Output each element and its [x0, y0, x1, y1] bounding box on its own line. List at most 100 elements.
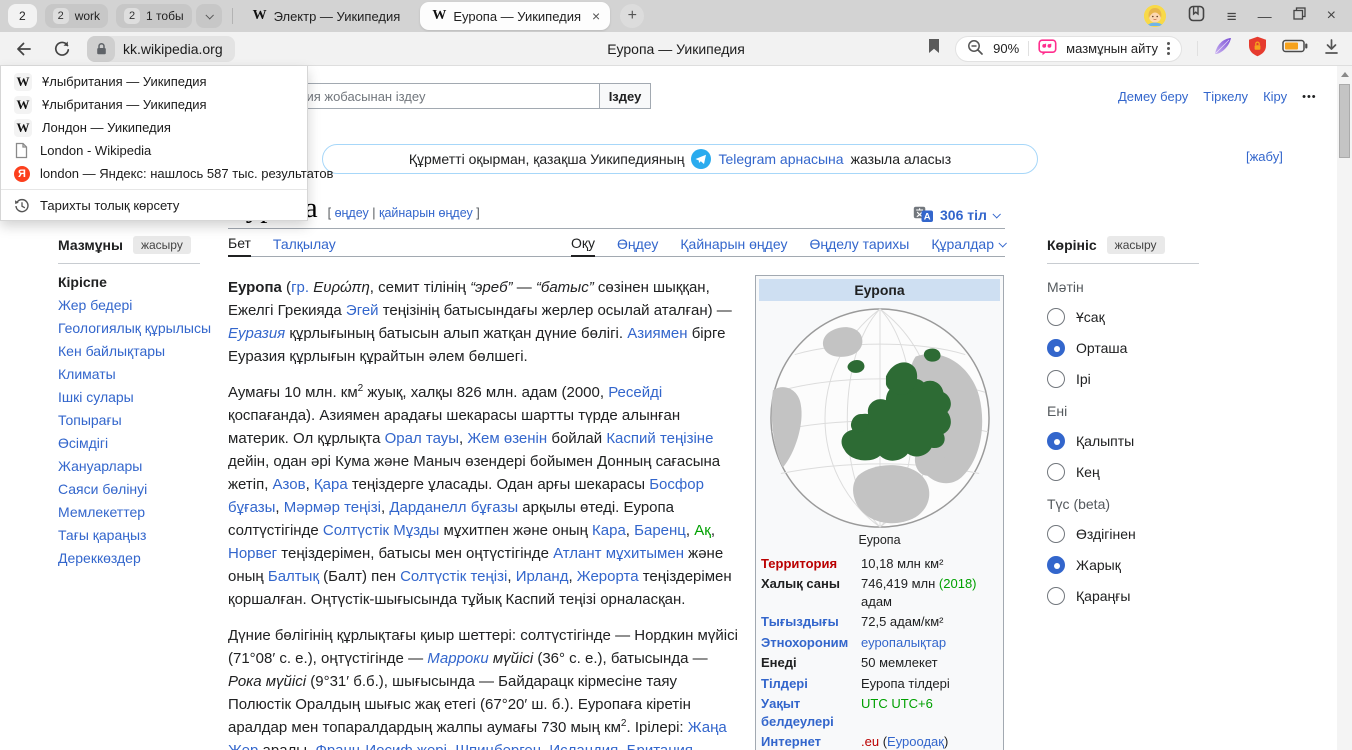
radio-option-width-standard[interactable]: Қалыпты	[1047, 432, 1199, 450]
tab-edit[interactable]: Өңдеу	[617, 236, 658, 256]
tab-title: Еуропа — Уикипедия	[453, 9, 581, 24]
radio-option-text-medium[interactable]: Орташа	[1047, 339, 1199, 357]
radio-option-text-large[interactable]: Ірі	[1047, 370, 1199, 388]
page-scrollbar[interactable]	[1337, 66, 1352, 750]
row-label[interactable]: Этнохороним	[761, 634, 861, 652]
window-minimize-icon[interactable]: —	[1258, 9, 1272, 23]
battery-icon[interactable]	[1282, 39, 1308, 58]
tab-article[interactable]: Бет	[228, 235, 251, 257]
tab-group-collapsed[interactable]: 2	[8, 4, 37, 28]
radio-option-width-wide[interactable]: Кең	[1047, 463, 1199, 481]
radio-option-color-dark[interactable]: Қараңғы	[1047, 587, 1199, 605]
read-aloud-label[interactable]: мазмұнын айту	[1066, 41, 1158, 56]
tab-group-work[interactable]: 2 work	[45, 4, 108, 28]
row-label[interactable]: Тілдері	[761, 675, 861, 693]
radio-icon[interactable]	[1047, 587, 1065, 605]
radio-icon[interactable]	[1047, 463, 1065, 481]
zoom-out-icon[interactable]	[967, 39, 984, 59]
tab-group-1-toby[interactable]: 2 1 тобы	[116, 4, 192, 28]
suggestion-item[interactable]: London - Wikipedia	[1, 139, 307, 162]
toc-item[interactable]: Ішкі сулары	[58, 389, 200, 405]
browser-menu-icon[interactable]: ≡	[1227, 8, 1237, 25]
row-label[interactable]: Уақыт белдеулері	[761, 695, 861, 730]
tab-talk[interactable]: Талқылау	[273, 236, 336, 256]
toc-item[interactable]: Геологиялық құрылысы	[58, 320, 200, 336]
infobox-title: Еуропа	[759, 279, 1000, 301]
toc-item[interactable]: Өсімдігі	[58, 435, 200, 451]
tab-groups-expand-button[interactable]	[196, 4, 222, 28]
svg-text:A: A	[924, 212, 931, 223]
suggestion-item[interactable]: W Лондон — Уикипедия	[1, 116, 307, 139]
tab-tools[interactable]: Құралдар	[931, 236, 1005, 256]
toc-item[interactable]: Мемлекеттер	[58, 504, 200, 520]
banner-close-link[interactable]: [жабу]	[1246, 149, 1283, 164]
radio-option-color-light[interactable]: Жарық	[1047, 556, 1199, 574]
register-link[interactable]: Тіркелу	[1203, 89, 1248, 104]
read-aloud-icon[interactable]	[1038, 39, 1057, 59]
tab-europe-wikipedia-active[interactable]: W Еуропа — Уикипедия ×	[420, 2, 610, 30]
tab-read[interactable]: Оқу	[571, 235, 595, 257]
toc-hide-button[interactable]: жасыру	[133, 236, 191, 254]
row-value[interactable]: UTC UTC+6	[861, 695, 998, 713]
show-full-history-item[interactable]: Тарихты толық көрсету	[1, 194, 307, 217]
profile-avatar[interactable]	[1144, 5, 1166, 27]
pill-more-options-icon[interactable]	[1167, 42, 1170, 55]
suggestion-item[interactable]: Я london — Яндекс: нашлось 587 тыс. резу…	[1, 162, 307, 185]
row-value[interactable]: .eu (Еуроодақ).su (Посткеңестік	[861, 733, 998, 750]
tab-close-icon[interactable]: ×	[592, 8, 600, 24]
radio-selected-icon[interactable]	[1047, 432, 1065, 450]
radio-icon[interactable]	[1047, 308, 1065, 326]
toc-item[interactable]: Топырағы	[58, 412, 200, 428]
wiki-search-button[interactable]: Іздеу	[599, 83, 651, 109]
paragraph: Дүние бөлігінің құрлықтағы қиыр шеттері:…	[228, 624, 740, 750]
window-restore-icon[interactable]	[1293, 7, 1306, 25]
more-options-icon[interactable]: •••	[1302, 91, 1317, 103]
row-value: 72,5 адам/км²	[861, 613, 998, 631]
yandex-pen-extension-icon[interactable]	[1213, 36, 1233, 61]
scroll-up-arrow-icon[interactable]	[1341, 72, 1349, 77]
row-label[interactable]: Интернет үйшігі	[761, 733, 861, 750]
zoom-level[interactable]: 90%	[993, 41, 1019, 56]
suggestion-item[interactable]: W Ұлыбритания — Уикипедия	[1, 70, 307, 93]
bookmark-flag-icon[interactable]	[928, 38, 940, 59]
toc-item[interactable]: Саяси бөлінуі	[58, 481, 200, 497]
url-text: kk.wikipedia.org	[123, 41, 223, 57]
language-selector[interactable]: A 306 тіл	[913, 206, 999, 223]
toc-item[interactable]: Кен байлықтары	[58, 343, 200, 359]
scrollbar-thumb[interactable]	[1339, 84, 1350, 158]
tab-history[interactable]: Өңделу тарихы	[809, 236, 909, 256]
tab-electr-wikipedia[interactable]: W Электр — Уикипедия	[243, 0, 411, 32]
reload-button[interactable]	[53, 40, 71, 58]
radio-icon[interactable]	[1047, 525, 1065, 543]
new-tab-button[interactable]: +	[620, 4, 644, 28]
login-link[interactable]: Кіру	[1263, 89, 1287, 104]
row-value[interactable]: еуропалықтар	[861, 634, 998, 652]
radio-icon[interactable]	[1047, 370, 1065, 388]
downloads-icon[interactable]	[1323, 38, 1340, 60]
radio-selected-icon[interactable]	[1047, 339, 1065, 357]
radio-selected-icon[interactable]	[1047, 556, 1065, 574]
secure-connection-button[interactable]	[87, 36, 115, 62]
suggestion-item[interactable]: W Ұлыбритания — Уикипедия	[1, 93, 307, 116]
side-panels-icon[interactable]	[1187, 4, 1206, 28]
toc-item[interactable]: Жер бедері	[58, 297, 200, 313]
toc-item[interactable]: Жануарлары	[58, 458, 200, 474]
row-label[interactable]: Территория	[761, 555, 861, 573]
tab-group-count: 2	[53, 8, 69, 24]
telegram-channel-link[interactable]: Telegram арнасына	[718, 151, 843, 167]
address-bar[interactable]: kk.wikipedia.org	[87, 36, 235, 62]
tab-edit-source[interactable]: Қайнарын өңдеу	[680, 236, 787, 256]
toc-item[interactable]: Климаты	[58, 366, 200, 382]
toc-item-intro[interactable]: Кіріспе	[58, 274, 200, 290]
radio-option-color-auto[interactable]: Өздігінен	[1047, 525, 1199, 543]
appearance-hide-button[interactable]: жасыру	[1107, 236, 1165, 254]
donate-link[interactable]: Демеу беру	[1118, 89, 1188, 104]
title-edit-links[interactable]: [ өңдеу | қайнарын өңдеу ]	[328, 206, 480, 220]
protect-shield-icon[interactable]	[1248, 36, 1267, 62]
toc-item[interactable]: Тағы қараңыз	[58, 527, 200, 543]
toc-item[interactable]: Дереккөздер	[58, 550, 200, 566]
window-close-icon[interactable]: ×	[1327, 8, 1336, 24]
radio-option-text-small[interactable]: Ұсақ	[1047, 308, 1199, 326]
back-button[interactable]	[14, 40, 33, 58]
row-label[interactable]: Тығыздығы	[761, 613, 861, 631]
